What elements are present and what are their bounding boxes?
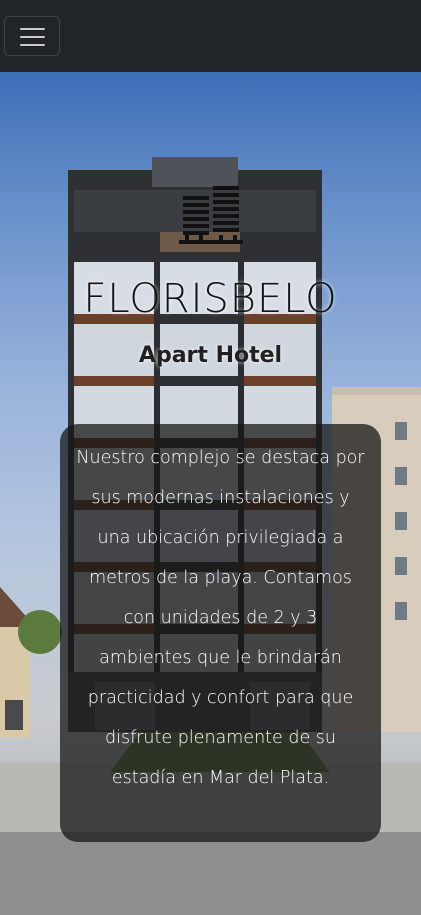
navbar <box>0 0 421 72</box>
hotel-logo <box>0 182 421 252</box>
hotel-subtitle: Apart Hotel <box>138 343 283 368</box>
building-logo-icon <box>178 186 243 244</box>
description-card: Nuestro complejo se destaca por sus mode… <box>60 424 381 842</box>
menu-toggle-button[interactable] <box>4 16 60 56</box>
brand-name: FLORISBELO <box>83 276 338 322</box>
hero-section: FLORISBELO Apart Hotel Nuestro complejo … <box>0 72 421 915</box>
description-text: Nuestro complejo se destaca por sus mode… <box>76 448 365 788</box>
